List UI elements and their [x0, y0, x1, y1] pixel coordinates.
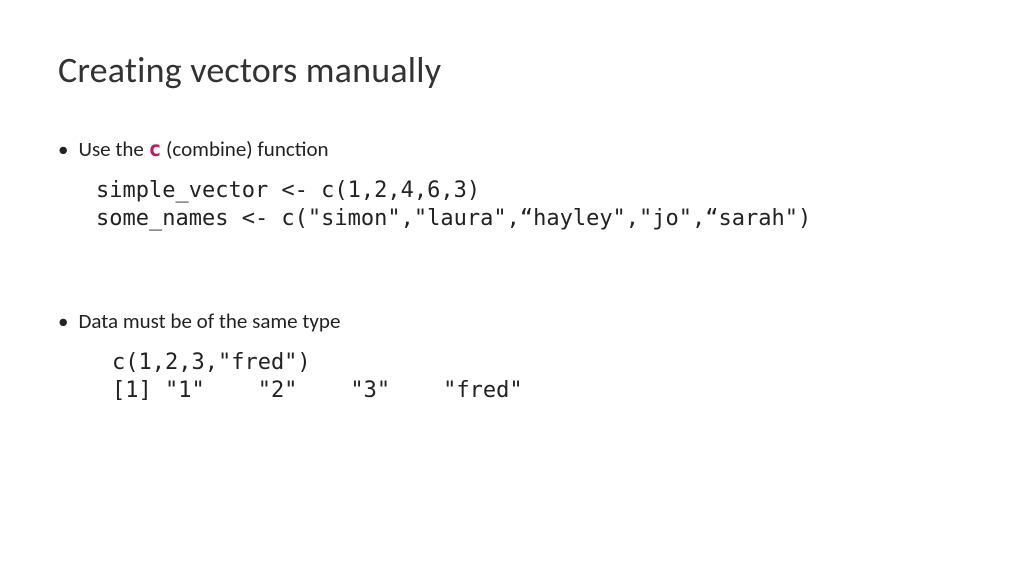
bullet-dot-icon: • — [58, 311, 68, 332]
code-block: simple_vector <- c(1,2,4,6,3) some_names… — [96, 177, 966, 233]
code-block: c(1,2,3,"fred") [1] "1" "2" "3" "fred" — [112, 349, 966, 405]
bullet-prefix: Data must be of the same type — [78, 308, 340, 334]
bullet-text: Data must be of the same type — [78, 308, 340, 335]
bullet-dot-icon: • — [58, 139, 68, 160]
inline-code-c: c — [149, 137, 162, 161]
bullet-prefix: Use the — [78, 136, 148, 162]
bullet-item: • Data must be of the same type — [58, 308, 966, 335]
bullet-text: Use the c (combine) function — [78, 136, 328, 163]
bullet-item: • Use the c (combine) function — [58, 136, 966, 163]
slide-title: Creating vectors manually — [58, 48, 966, 92]
bullet-suffix: (combine) function — [161, 136, 328, 162]
